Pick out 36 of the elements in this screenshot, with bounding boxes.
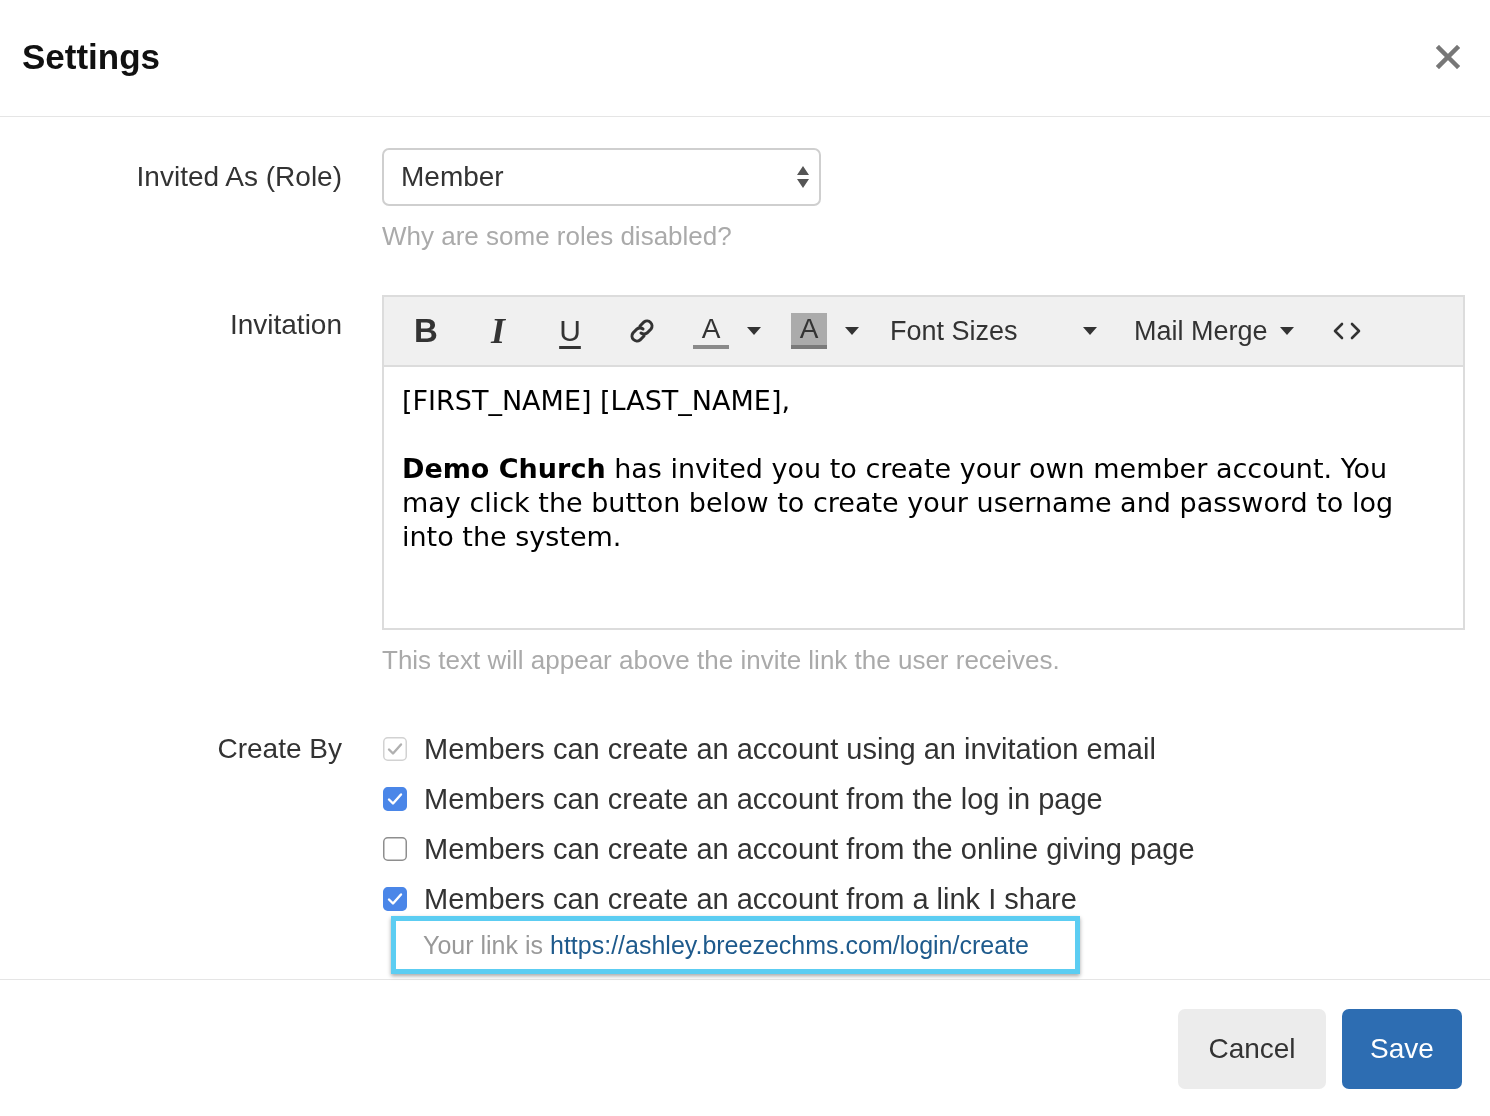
mail-merge-dropdown[interactable]: Mail Merge [1123,303,1302,359]
code-icon [1332,322,1361,340]
help-text: This text will appear above the invite link the user receives. [382,645,1060,675]
bold-button[interactable]: B [399,303,453,359]
sort-arrows-icon [797,165,809,189]
field-label: Invitation [229,309,342,340]
checkbox[interactable] [383,837,407,861]
caret-icon [1279,327,1294,335]
checkbox[interactable] [383,787,407,811]
checkbox[interactable] [383,887,407,911]
message-paragraph: Demo Church has invited you to create your own member account. You may click the button below to create your username and password to log into the system. [402,452,1395,554]
caret-icon [1083,327,1097,335]
option-label: Members can create an account using an invitation email [424,732,1156,766]
option-label: Members can create an account from the log in page [424,782,1103,816]
field-label: Invited As (Role) [136,161,342,192]
message-field[interactable]: [FIRST_NAME] [LAST_NAME], Demo Church has invited you to create your own member account. You may click the button below to create your username and password to log into the system. [384,367,1463,628]
underline-button[interactable]: U [543,303,597,359]
cancel-button[interactable]: Cancel [1178,1009,1326,1089]
option-label: Members can create an account from the online giving page [424,832,1195,866]
field-label: Create By [217,733,342,764]
link-note-text: Your link is [423,930,543,960]
dialog-title: Settings [22,37,161,77]
highlight-color-button[interactable]: A [785,303,865,359]
option-label: Members can create an account from a link I share [424,882,1077,916]
message-paragraph: [FIRST_NAME] [LAST_NAME], [402,384,791,418]
close-button[interactable] [1436,45,1460,69]
italic-button[interactable]: I [471,303,525,359]
help-text: Why are some roles disabled? [382,221,732,251]
role-select[interactable]: Member [382,148,821,206]
caret-icon [747,327,761,335]
share-link[interactable]: https://ashley.breezechms.com/login/create [550,930,1029,960]
save-button[interactable]: Save [1342,1009,1462,1089]
close-icon [1436,45,1460,69]
caret-icon [845,327,859,335]
font-size-dropdown[interactable]: Font Sizes [883,303,1105,359]
font-color-button[interactable]: A [687,303,767,359]
